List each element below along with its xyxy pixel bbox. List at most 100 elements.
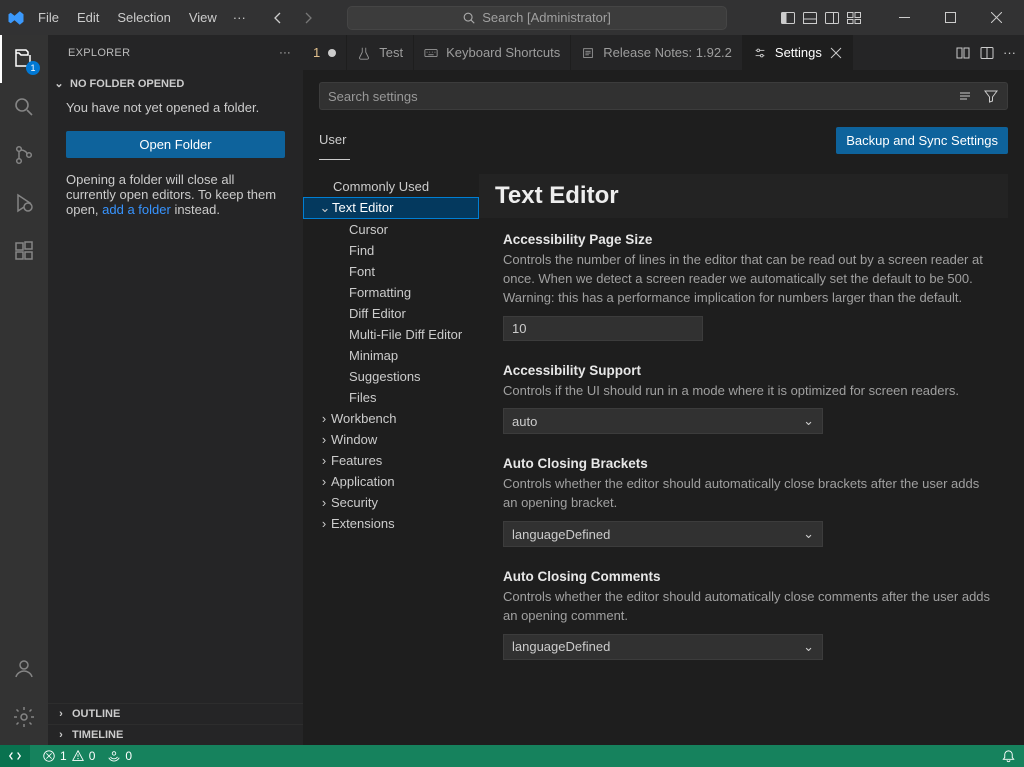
setting-desc: Controls whether the editor should autom… — [503, 475, 992, 513]
chevron-right-icon: › — [317, 453, 331, 468]
activity-debug-icon[interactable] — [0, 179, 48, 227]
menu-edit[interactable]: Edit — [69, 6, 107, 29]
status-notifications-icon[interactable] — [1001, 749, 1016, 764]
close-tab-icon[interactable] — [830, 47, 842, 59]
window-maximize-icon[interactable] — [928, 3, 972, 33]
tab-label: Settings — [775, 45, 822, 60]
tree-commonly-used[interactable]: Commonly Used — [303, 176, 479, 197]
activity-accounts-icon[interactable] — [0, 645, 48, 693]
setting-number-input[interactable] — [503, 316, 703, 341]
tree-suggestions[interactable]: Suggestions — [303, 366, 479, 387]
tab-action-layout-icon[interactable] — [979, 45, 995, 61]
toggle-secondary-sidebar-icon[interactable] — [824, 10, 840, 26]
menu-more-icon[interactable]: ··· — [227, 6, 252, 29]
settings-scope-user[interactable]: User — [319, 126, 350, 160]
setting-auto-closing-comments: Auto Closing Comments Controls whether t… — [503, 569, 992, 660]
menu-file[interactable]: File — [30, 6, 67, 29]
tree-multifile-diff[interactable]: Multi-File Diff Editor — [303, 324, 479, 345]
tree-extensions[interactable]: ›Extensions — [303, 513, 479, 534]
editor-area: 1 Test Keyboard Shortcuts Release Notes:… — [303, 35, 1024, 745]
tab-label: Release Notes: 1.92.2 — [603, 45, 732, 60]
chevron-down-icon: ⌄ — [52, 77, 66, 90]
filter-icon[interactable] — [983, 88, 999, 104]
tab-keyboard-shortcuts[interactable]: Keyboard Shortcuts — [414, 35, 571, 70]
tab-label: 1 — [313, 45, 320, 60]
search-placeholder: Search [Administrator] — [482, 10, 611, 25]
tree-find[interactable]: Find — [303, 240, 479, 261]
tree-formatting[interactable]: Formatting — [303, 282, 479, 303]
tree-minimap[interactable]: Minimap — [303, 345, 479, 366]
status-ports[interactable]: 0 — [107, 749, 132, 763]
menu-view[interactable]: View — [181, 6, 225, 29]
setting-accessibility-support: Accessibility Support Controls if the UI… — [503, 363, 992, 435]
timeline-section[interactable]: › TIMELINE — [48, 724, 303, 745]
explorer-more-icon[interactable]: ··· — [279, 47, 291, 59]
clear-search-icon[interactable] — [957, 88, 973, 104]
customize-layout-icon[interactable] — [846, 10, 862, 26]
menu-selection[interactable]: Selection — [109, 6, 178, 29]
activity-scm-icon[interactable] — [0, 131, 48, 179]
chevron-right-icon: › — [317, 516, 331, 531]
tree-cursor[interactable]: Cursor — [303, 219, 479, 240]
setting-select[interactable]: languageDefined ⌄ — [503, 634, 823, 660]
chevron-right-icon: › — [317, 495, 331, 510]
tree-security[interactable]: ›Security — [303, 492, 479, 513]
window-close-icon[interactable] — [974, 3, 1018, 33]
activity-explorer-icon[interactable]: 1 — [0, 35, 48, 83]
add-folder-link[interactable]: add a folder — [102, 202, 171, 217]
setting-select[interactable]: languageDefined ⌄ — [503, 521, 823, 547]
layout-icons — [780, 10, 862, 26]
tree-application[interactable]: ›Application — [303, 471, 479, 492]
tree-features[interactable]: ›Features — [303, 450, 479, 471]
tab-action-split-icon[interactable] — [955, 45, 971, 61]
tree-window[interactable]: ›Window — [303, 429, 479, 450]
activity-extensions-icon[interactable] — [0, 227, 48, 275]
setting-select[interactable]: auto ⌄ — [503, 408, 823, 434]
window-minimize-icon[interactable] — [882, 3, 926, 33]
tab-untitled[interactable]: 1 — [303, 35, 347, 70]
open-folder-button[interactable]: Open Folder — [66, 131, 285, 158]
chevron-down-icon: ⌄ — [803, 639, 814, 655]
setting-title: Auto Closing Comments — [503, 569, 992, 584]
nav-forward-icon[interactable] — [298, 8, 318, 28]
tree-files[interactable]: Files — [303, 387, 479, 408]
chevron-down-icon: ⌄ — [803, 526, 814, 542]
tree-label: Workbench — [331, 411, 397, 426]
outline-label: OUTLINE — [72, 708, 120, 720]
tree-workbench[interactable]: ›Workbench — [303, 408, 479, 429]
tab-settings[interactable]: Settings — [743, 35, 853, 70]
activity-search-icon[interactable] — [0, 83, 48, 131]
notes-icon — [581, 46, 595, 60]
dirty-dot-icon — [328, 49, 336, 57]
select-value: auto — [512, 414, 537, 429]
outline-section[interactable]: › OUTLINE — [48, 703, 303, 724]
command-center-search[interactable]: Search [Administrator] — [347, 6, 727, 30]
remote-indicator[interactable] — [0, 745, 30, 767]
settings-content[interactable]: Text Editor Accessibility Page Size Cont… — [479, 168, 1024, 745]
setting-auto-closing-brackets: Auto Closing Brackets Controls whether t… — [503, 456, 992, 547]
tree-font[interactable]: Font — [303, 261, 479, 282]
no-folder-section[interactable]: ⌄ NO FOLDER OPENED — [48, 75, 303, 96]
title-right — [780, 3, 1018, 33]
chevron-right-icon: › — [54, 708, 68, 720]
tree-label: Application — [331, 474, 395, 489]
opening-post: instead. — [171, 202, 220, 217]
activity-settings-icon[interactable] — [0, 693, 48, 741]
settings-search-input[interactable]: Search settings — [319, 82, 1008, 110]
warnings-count: 0 — [89, 749, 96, 763]
editor-tabs: 1 Test Keyboard Shortcuts Release Notes:… — [303, 35, 1024, 70]
select-value: languageDefined — [512, 527, 610, 542]
backup-sync-button[interactable]: Backup and Sync Settings — [836, 127, 1008, 154]
settings-tree: Commonly Used ⌄Text Editor Cursor Find F… — [303, 168, 479, 745]
tab-test[interactable]: Test — [347, 35, 414, 70]
toggle-panel-icon[interactable] — [802, 10, 818, 26]
tab-actions: ··· — [947, 35, 1024, 70]
keyboard-icon — [424, 46, 438, 60]
toggle-primary-sidebar-icon[interactable] — [780, 10, 796, 26]
tree-text-editor[interactable]: ⌄Text Editor — [303, 197, 479, 219]
nav-back-icon[interactable] — [268, 8, 288, 28]
tree-diff-editor[interactable]: Diff Editor — [303, 303, 479, 324]
tab-release-notes[interactable]: Release Notes: 1.92.2 — [571, 35, 743, 70]
tab-more-icon[interactable]: ··· — [1003, 45, 1016, 60]
status-problems[interactable]: 1 0 — [42, 749, 95, 763]
